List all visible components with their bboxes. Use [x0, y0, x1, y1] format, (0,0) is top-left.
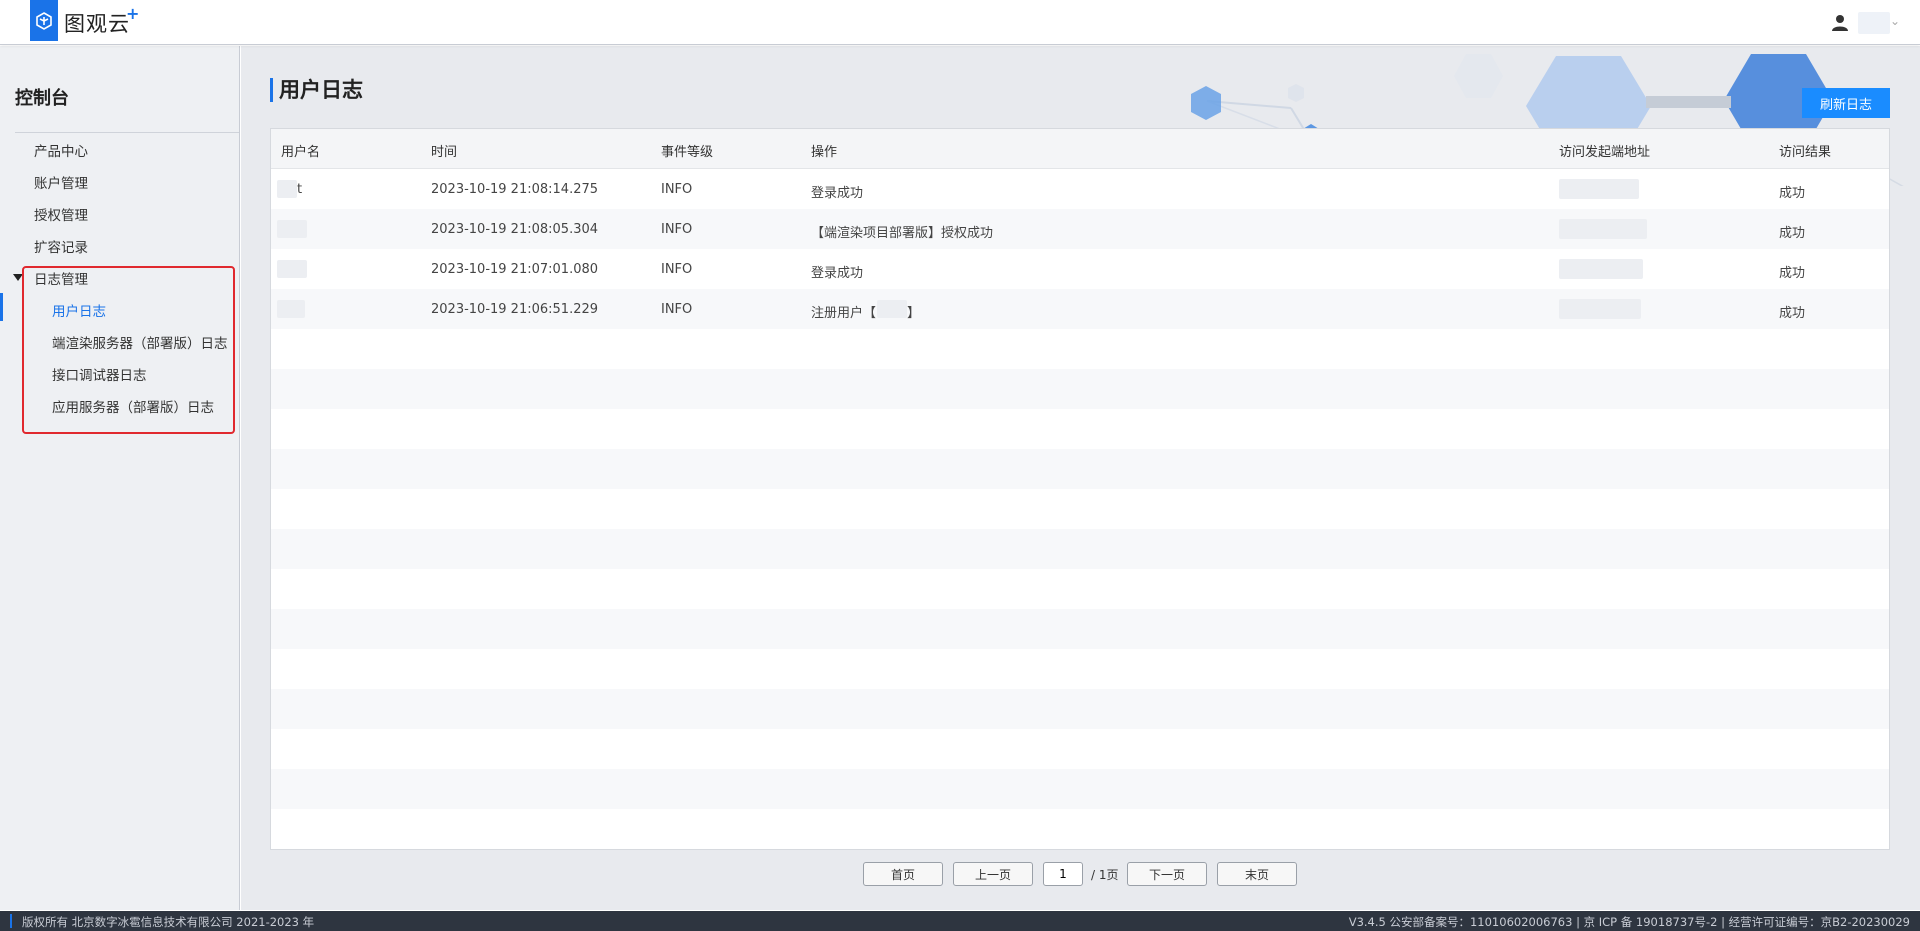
sidebar-item-license[interactable]: 授权管理: [34, 204, 88, 224]
empty-row: [271, 489, 1889, 529]
column-header-username: 用户名: [281, 145, 321, 160]
sidebar-item-account[interactable]: 账户管理: [34, 172, 88, 192]
empty-row: [271, 809, 1889, 849]
cell-time: 2023-10-19 21:08:14.275: [431, 182, 599, 197]
cell-action-prefix: 注册用户【: [811, 306, 877, 321]
cell-level: INFO: [661, 262, 693, 277]
empty-row: [271, 449, 1889, 489]
column-header-address: 访问发起端地址: [1559, 145, 1651, 160]
logo-icon[interactable]: [30, 0, 58, 41]
username-redacted: [277, 180, 297, 198]
username-redacted: [277, 300, 305, 318]
sidebar-item-product-center[interactable]: 产品中心: [34, 140, 88, 160]
cell-action-suffix: 】: [907, 306, 921, 321]
empty-row: [271, 569, 1889, 609]
page-title: 用户日志: [279, 78, 363, 102]
empty-row: [271, 769, 1889, 809]
last-page-button[interactable]: 末页: [1217, 862, 1297, 886]
refresh-log-button[interactable]: 刷新日志: [1802, 88, 1890, 118]
address-redacted: [1559, 179, 1639, 199]
cell-level: INFO: [661, 302, 693, 317]
sidebar-item-expansion[interactable]: 扩容记录: [34, 236, 88, 256]
sidebar-item-api-debugger-log[interactable]: 接口调试器日志: [52, 364, 147, 384]
sidebar-title: 控制台: [15, 88, 69, 109]
main-content: 用户日志 刷新日志 用户名 时间 事件等级 操作 访问发起端地址 访问结果 t …: [241, 46, 1920, 910]
top-header: 图观云 + ⌄: [0, 0, 1920, 45]
logo-plus-icon: +: [126, 4, 140, 23]
cell-action: 登录成功: [811, 266, 864, 281]
cell-username: t: [297, 182, 303, 197]
address-redacted: [1559, 299, 1641, 319]
table-row: t 2023-10-19 21:08:14.275 INFO 登录成功 成功: [271, 169, 1889, 209]
cell-level: INFO: [661, 182, 693, 197]
address-redacted: [1559, 259, 1643, 279]
user-name-redacted[interactable]: [1858, 12, 1890, 34]
cell-result: 成功: [1779, 306, 1806, 321]
next-page-button[interactable]: 下一页: [1127, 862, 1207, 886]
empty-row: [271, 609, 1889, 649]
cell-result: 成功: [1779, 226, 1806, 241]
page-title-accent: [270, 78, 273, 102]
cell-level: INFO: [661, 222, 693, 237]
sidebar-item-app-server-log[interactable]: 应用服务器（部署版）日志: [52, 396, 214, 416]
cell-action: 登录成功: [811, 186, 864, 201]
logo-text[interactable]: 图观云: [64, 8, 130, 38]
log-table: 用户名 时间 事件等级 操作 访问发起端地址 访问结果 t 2023-10-19…: [270, 128, 1890, 850]
column-header-level: 事件等级: [661, 145, 714, 160]
sidebar-divider: [15, 132, 239, 133]
empty-row: [271, 729, 1889, 769]
page-number-input[interactable]: [1043, 862, 1083, 886]
first-page-button[interactable]: 首页: [863, 862, 943, 886]
table-row: 2023-10-19 21:07:01.080 INFO 登录成功 成功: [271, 249, 1889, 289]
column-header-time: 时间: [431, 145, 458, 160]
sidebar-item-logs[interactable]: 日志管理: [34, 268, 88, 288]
empty-row: [271, 369, 1889, 409]
sidebar-item-user-log[interactable]: 用户日志: [52, 300, 106, 320]
cell-result: 成功: [1779, 266, 1806, 281]
cell-time: 2023-10-19 21:07:01.080: [431, 262, 599, 277]
empty-row: [271, 409, 1889, 449]
table-row: 2023-10-19 21:06:51.229 INFO 注册用户【 】 成功: [271, 289, 1889, 329]
user-icon[interactable]: [1832, 14, 1848, 32]
cell-result: 成功: [1779, 186, 1806, 201]
sidebar: 控制台 产品中心 账户管理 授权管理 扩容记录 日志管理 用户日志 端渲染服务器…: [0, 46, 240, 910]
cell-action: 【端渲染项目部署版】授权成功: [811, 226, 994, 241]
column-header-result: 访问结果: [1779, 145, 1832, 160]
registered-user-redacted: [877, 300, 907, 318]
page-total: / 1页: [1091, 868, 1119, 882]
column-header-action: 操作: [811, 145, 838, 160]
empty-row: [271, 649, 1889, 689]
chevron-down-icon[interactable]: ⌄: [1890, 14, 1900, 28]
table-row: 2023-10-19 21:08:05.304 INFO 【端渲染项目部署版】授…: [271, 209, 1889, 249]
cell-time: 2023-10-19 21:08:05.304: [431, 222, 599, 237]
caret-down-icon[interactable]: [13, 274, 23, 281]
cell-time: 2023-10-19 21:06:51.229: [431, 302, 599, 317]
footer-accent: [10, 914, 12, 928]
footer-registration-info[interactable]: V3.4.5 公安部备案号：11010602006763 | 京 ICP 备 1…: [1349, 914, 1910, 930]
username-redacted: [277, 220, 307, 238]
empty-row: [271, 529, 1889, 569]
username-redacted: [277, 260, 307, 278]
table-header: 用户名 时间 事件等级 操作 访问发起端地址 访问结果: [271, 129, 1889, 169]
active-indicator: [0, 293, 3, 321]
footer: 版权所有 北京数字冰雹信息技术有限公司 2021-2023 年 V3.4.5 公…: [0, 911, 1920, 931]
address-redacted: [1559, 219, 1647, 239]
footer-copyright: 版权所有 北京数字冰雹信息技术有限公司 2021-2023 年: [22, 915, 315, 929]
prev-page-button[interactable]: 上一页: [953, 862, 1033, 886]
sidebar-item-render-server-log[interactable]: 端渲染服务器（部署版）日志: [52, 332, 228, 352]
empty-row: [271, 689, 1889, 729]
empty-row: [271, 329, 1889, 369]
